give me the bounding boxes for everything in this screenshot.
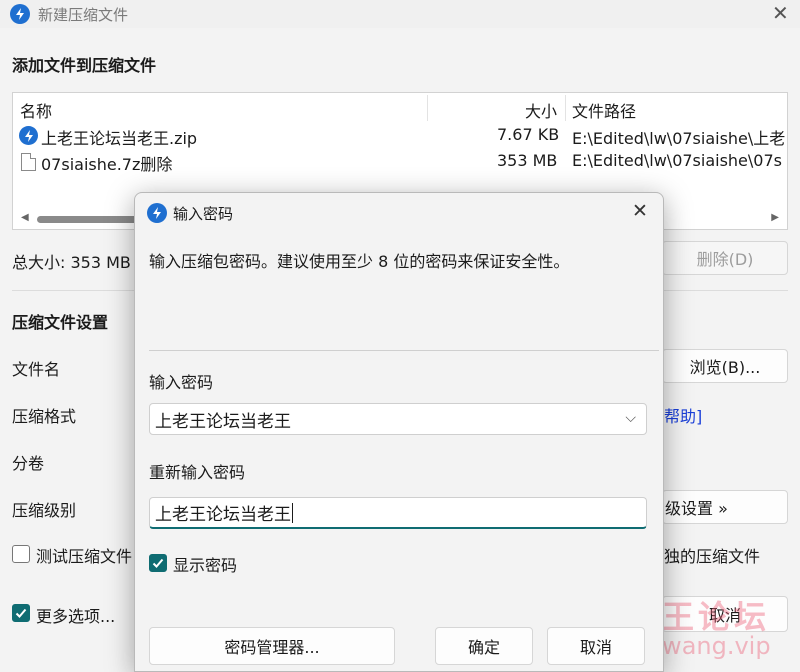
browse-button[interactable]: 浏览(B)... — [662, 349, 788, 383]
archive-file-icon — [19, 126, 38, 145]
show-password-label: 显示密码 — [173, 556, 238, 575]
test-archive-label: 测试压缩文件 — [36, 547, 133, 566]
app-logo-icon — [147, 203, 167, 223]
password-label: 输入密码 — [149, 373, 214, 392]
checkmark-icon — [15, 608, 27, 618]
delete-button[interactable]: 删除(D) — [662, 241, 788, 275]
scrollbar-thumb[interactable] — [37, 216, 147, 223]
settings-section-title: 压缩文件设置 — [12, 313, 109, 332]
split-label: 分卷 — [12, 454, 45, 473]
files-section-title: 添加文件到压缩文件 — [12, 56, 157, 75]
file-row[interactable]: 07siaishe.7z删除 353 MB E:\Edited\lw\07sia… — [13, 149, 787, 175]
column-header-size[interactable]: 大小 — [525, 98, 557, 122]
file-size: 353 MB — [497, 151, 558, 170]
file-name: 07siaishe.7z删除 — [41, 155, 173, 174]
more-options-checkbox[interactable] — [12, 604, 30, 622]
file-list-header: 名称 大小 文件路径 — [13, 93, 787, 123]
dialog-close-icon[interactable]: ✕ — [632, 200, 648, 222]
file-row[interactable]: 上老王论坛当老王.zip 7.67 KB E:\Edited\lw\07siai… — [13, 123, 787, 149]
password-dialog: 输入密码 ✕ 输入压缩包密码。建议使用至少 8 位的密码来保证安全性。 输入密码… — [134, 192, 664, 672]
separate-archive-label: 独的压缩文件 — [664, 547, 761, 566]
dialog-cancel-button[interactable]: 取消 — [547, 627, 645, 665]
confirm-password-label: 重新输入密码 — [149, 463, 246, 482]
file-path: E:\Edited\lw\07siaishe\上老 — [572, 129, 786, 148]
file-icon — [21, 153, 36, 171]
more-options-label: 更多选项... — [36, 607, 116, 626]
show-password-checkbox[interactable] — [149, 554, 167, 572]
column-divider[interactable] — [565, 95, 566, 121]
scroll-right-icon[interactable]: ▶ — [771, 212, 779, 223]
filename-label: 文件名 — [12, 360, 61, 379]
file-path: E:\Edited\lw\07siaishe\07s — [572, 151, 782, 170]
column-header-name[interactable]: 名称 — [20, 98, 52, 122]
dialog-title: 输入密码 — [173, 205, 234, 223]
checkmark-icon — [152, 558, 164, 568]
confirm-password-input[interactable]: 上老王论坛当老王 — [149, 497, 647, 529]
chevron-down-icon[interactable]: ⌵ — [625, 410, 636, 426]
file-name: 上老王论坛当老王.zip — [41, 129, 198, 148]
password-value: 上老王论坛当老王 — [155, 411, 291, 432]
column-header-path[interactable]: 文件路径 — [572, 98, 636, 122]
ok-button[interactable]: 确定 — [435, 627, 533, 665]
app-logo-icon — [10, 4, 30, 24]
password-manager-button[interactable]: 密码管理器... — [149, 627, 395, 665]
dialog-description: 输入压缩包密码。建议使用至少 8 位的密码来保证安全性。 — [149, 252, 570, 271]
test-archive-checkbox[interactable] — [12, 545, 30, 563]
password-input[interactable]: 上老王论坛当老王 ⌵ — [149, 403, 647, 435]
divider — [149, 350, 659, 351]
scroll-left-icon[interactable]: ◀ — [21, 212, 29, 223]
text-cursor — [292, 502, 293, 523]
confirm-password-value: 上老王论坛当老王 — [155, 505, 291, 525]
format-label: 压缩格式 — [12, 407, 77, 426]
window-close-icon[interactable]: ✕ — [772, 3, 789, 23]
level-label: 压缩级别 — [12, 501, 77, 520]
advanced-settings-button[interactable]: 级设置 » — [662, 490, 788, 524]
help-link[interactable]: 帮助] — [664, 403, 702, 427]
total-size-label: 总大小: 353 MB — [12, 253, 131, 272]
column-divider[interactable] — [427, 95, 428, 121]
file-size: 7.67 KB — [497, 125, 560, 144]
window-title: 新建压缩文件 — [38, 6, 129, 24]
